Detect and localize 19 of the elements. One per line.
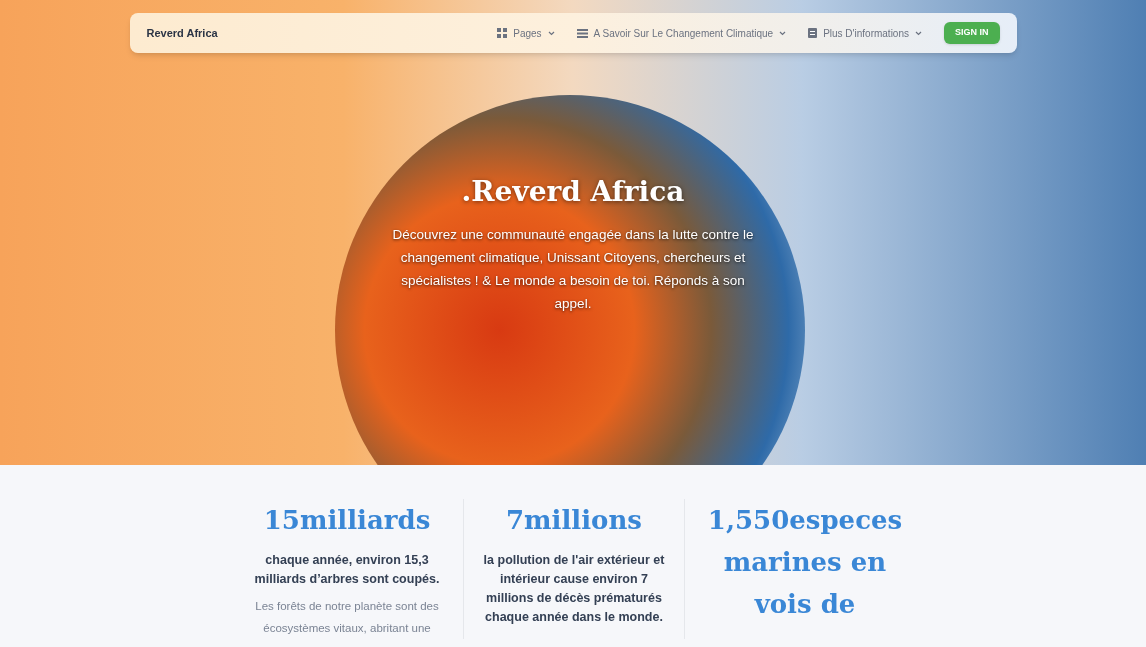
- grid-icon: [497, 28, 508, 38]
- caret-icon: [915, 30, 922, 36]
- nav-menu-item[interactable]: Plus D'informations: [808, 25, 922, 41]
- brand-name[interactable]: Reverd Africa: [146, 24, 218, 42]
- hero-description: Découvrez une communauté engagée dans la lutte contre le changement climatique, Unissant Citoyens, chercheurs et spécialistes ! & Le monde a besoin de toi. Réponds à son appel.: [391, 226, 755, 313]
- stat-number: 1,550especes marines en vois de: [706, 504, 904, 621]
- nav-menu-item[interactable]: A Savoir Sur Le Changement Climatique: [576, 25, 787, 41]
- nav-menu-item[interactable]: Pages: [497, 25, 555, 41]
- stat-description: Les forêts de notre planète sont des écosystèmes vitaux, abritant une: [254, 599, 440, 636]
- list-icon: [576, 28, 588, 38]
- stat-headline: chaque année, environ 15,3 milliards d’arbres sont coupés.: [253, 552, 441, 588]
- stat-headline: la pollution de l'air extérieur et intérieur cause environ 7 millions de décès prématurés chaque année dans le monde.: [482, 552, 666, 626]
- caret-icon: [779, 30, 787, 36]
- stat-number: 7millions: [506, 504, 642, 537]
- hero-title: .Reverd Africa: [461, 174, 685, 210]
- sign-in-button[interactable]: SIGN IN: [944, 22, 1000, 44]
- caret-icon: [547, 30, 555, 36]
- stat-number: 15milliards: [263, 504, 431, 537]
- document-icon: [808, 28, 818, 38]
